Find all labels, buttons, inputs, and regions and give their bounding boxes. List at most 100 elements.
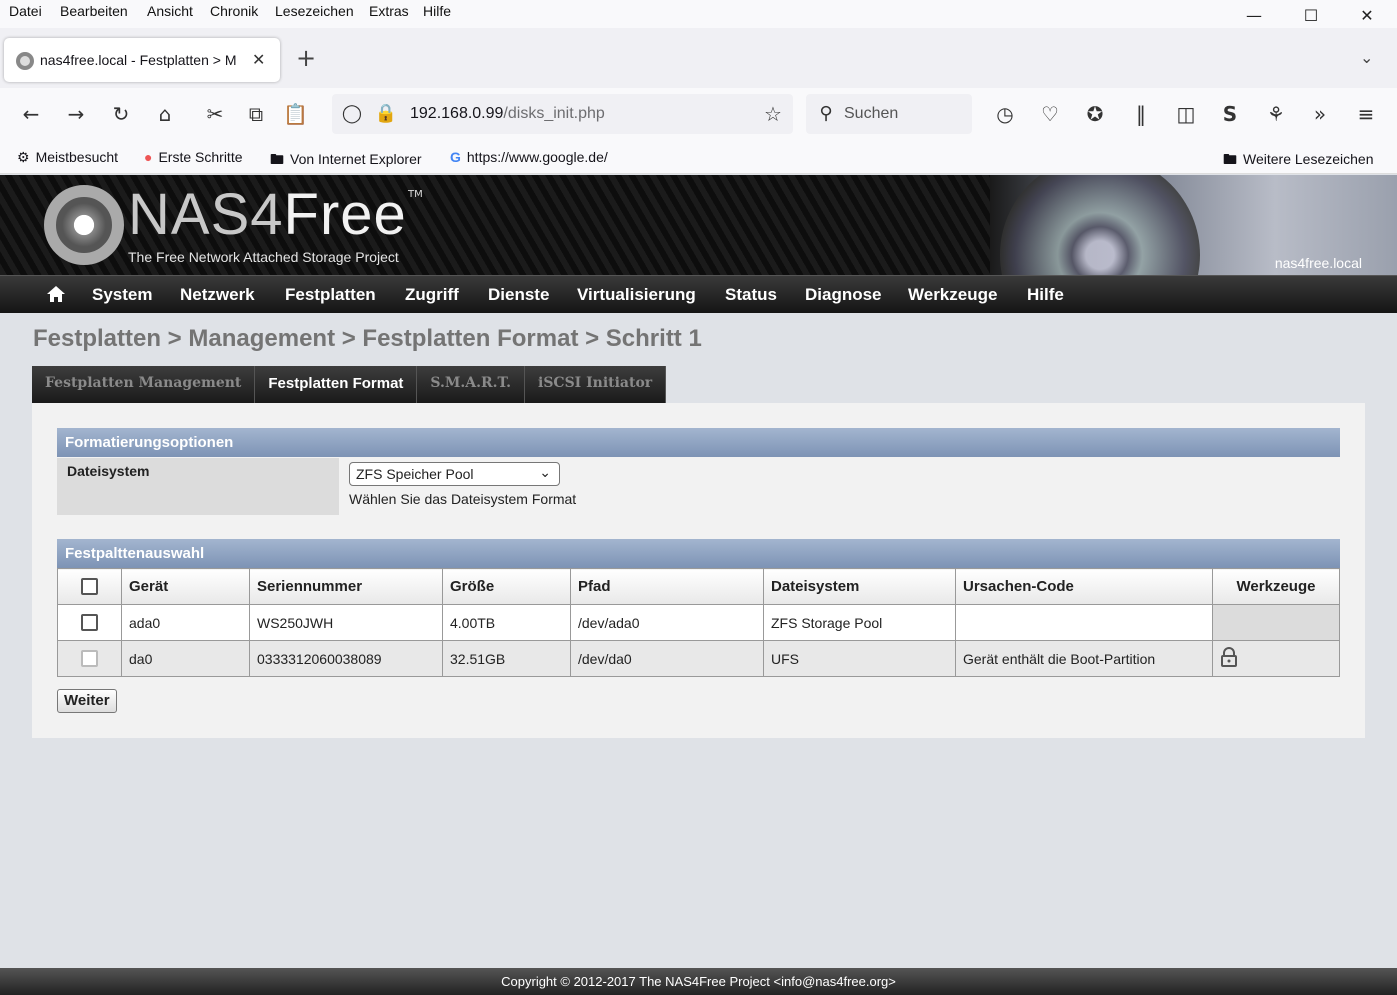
nav-status[interactable]: Status [725, 285, 777, 305]
overflow-chevron-icon[interactable]: » [1308, 102, 1332, 126]
bookmark-label: Erste Schritte [158, 149, 243, 165]
cell-path: /dev/da0 [570, 640, 764, 677]
shield-icon[interactable]: ◯ [340, 102, 364, 126]
nav-diagnose[interactable]: Diagnose [805, 285, 882, 305]
col-groesse: Größe [442, 568, 571, 605]
filesystem-hint: Wählen Sie das Dateisystem Format [349, 491, 577, 507]
menu-bearbeiten[interactable]: Bearbeiten [60, 3, 128, 19]
cell-device: da0 [121, 640, 250, 677]
bookmark-weitere[interactable]: 🖿 Weitere Lesezeichen [1223, 149, 1373, 173]
menu-hilfe[interactable]: Hilfe [423, 3, 451, 19]
disk-selection-header: Festpalttenauswahl [57, 539, 1340, 568]
search-bar[interactable]: ⚲ Suchen [806, 94, 972, 134]
nav-dienste[interactable]: Dienste [488, 285, 549, 305]
nav-zugriff[interactable]: Zugriff [405, 285, 459, 305]
bookmark-label: Weitere Lesezeichen [1243, 151, 1374, 167]
select-all-checkbox[interactable] [81, 578, 98, 596]
hamburger-menu-icon[interactable]: ≡ [1354, 102, 1378, 126]
close-window-icon[interactable]: ✕ [1357, 6, 1377, 26]
bookmark-meistbesucht[interactable]: ⚙ Meistbesucht [17, 149, 118, 166]
nav-werkzeuge[interactable]: Werkzeuge [908, 285, 997, 305]
tab-festplatten-format[interactable]: Festplatten Format [255, 366, 418, 403]
table-row: da0 0333312060038089 32.51GB /dev/da0 UF… [57, 640, 1340, 677]
pocket-icon[interactable]: ♡ [1038, 102, 1062, 126]
menu-datei[interactable]: Datei [9, 3, 42, 19]
bookmarks-bar: ⚙ Meistbesucht ● Erste Schritte 🖿 Von Inter… [0, 142, 1397, 174]
maximize-icon[interactable]: ☐ [1301, 6, 1321, 26]
cut-icon[interactable]: ✂ [203, 102, 227, 126]
header-banner: NAS4Free TM The Free Network Attached St… [0, 175, 1397, 275]
history-icon[interactable]: ◷ [993, 102, 1017, 126]
s-extension-icon[interactable]: S [1218, 102, 1242, 126]
url-text: 192.168.0.99/disks_init.php [410, 105, 605, 123]
copy-icon[interactable]: ⧉ [244, 102, 268, 126]
home-icon[interactable]: ⌂ [153, 102, 177, 126]
chevron-down-icon: ⌄ [539, 464, 551, 480]
minimize-icon[interactable]: — [1244, 6, 1264, 26]
menu-chronik[interactable]: Chronik [210, 3, 258, 19]
new-tab-icon[interactable]: + [296, 46, 316, 70]
menu-ansicht[interactable]: Ansicht [147, 3, 193, 19]
nav-system[interactable]: System [92, 285, 152, 305]
cell-filesystem: UFS [763, 640, 956, 677]
bookmark-label: Von Internet Explorer [290, 151, 422, 167]
nav-netzwerk[interactable]: Netzwerk [180, 285, 255, 305]
close-tab-icon[interactable]: ✕ [252, 50, 265, 69]
sidebar-icon[interactable]: ◫ [1174, 102, 1198, 126]
firefox-icon: ● [144, 149, 153, 165]
nas4free-favicon-icon [16, 52, 34, 70]
page-title: Festplatten > Management > Festplatten F… [33, 325, 702, 352]
col-ursachen-code: Ursachen-Code [955, 568, 1213, 605]
filesystem-row: Dateisystem ZFS Speicher Pool ⌄ Wählen S… [57, 458, 1340, 515]
col-seriennummer: Seriennummer [249, 568, 443, 605]
google-icon: G [450, 149, 461, 165]
nav-toolbar: ← → ↻ ⌂ ✂ ⧉ 📋 ◯ 🔒 192.168.0.99/disks_ini… [0, 88, 1397, 142]
library-icon[interactable]: ‖ [1129, 102, 1153, 126]
menu-extras[interactable]: Extras [369, 3, 409, 19]
tab-iscsi-initiator[interactable]: iSCSI Initiator [525, 366, 667, 403]
forward-icon[interactable]: → [64, 102, 88, 126]
tab-smart[interactable]: S.M.A.R.T. [417, 366, 525, 403]
section-tabs: Festplatten Management Festplatten Forma… [32, 366, 667, 403]
hostname: nas4free.local [1274, 255, 1362, 271]
format-options-header: Formatierungsoptionen [57, 428, 1340, 457]
tab-festplatten-management[interactable]: Festplatten Management [32, 366, 256, 403]
url-path: /disks_init.php [503, 105, 605, 122]
weiter-button[interactable]: Weiter [57, 689, 117, 713]
nav-hilfe[interactable]: Hilfe [1027, 285, 1064, 305]
extension-star-icon[interactable]: ✪ [1083, 102, 1107, 126]
cell-tools [1212, 604, 1340, 641]
home-icon[interactable] [46, 285, 66, 303]
bookmark-star-icon[interactable]: ☆ [761, 102, 785, 126]
cell-size: 4.00TB [442, 604, 571, 641]
cell-tools [1212, 640, 1340, 677]
logo-main2: Free [283, 182, 407, 247]
paste-icon[interactable]: 📋 [283, 102, 308, 126]
bookmark-erste-schritte[interactable]: ● Erste Schritte [144, 149, 243, 165]
insecure-lock-icon[interactable]: 🔒 [374, 102, 398, 126]
cell-size: 32.51GB [442, 640, 571, 677]
nav-virtualisierung[interactable]: Virtualisierung [577, 285, 696, 305]
cell-reason [955, 604, 1213, 641]
tab-bar: nas4free.local - Festplatten > M ✕ + ⌄ [0, 28, 1397, 88]
row-checkbox-cell [57, 640, 122, 677]
browser-tab[interactable]: nas4free.local - Festplatten > M ✕ [4, 38, 280, 82]
folder-icon: 🖿 [270, 151, 284, 167]
reload-icon[interactable]: ↻ [109, 102, 133, 126]
filesystem-label: Dateisystem [57, 458, 339, 515]
disk-checkbox-da0 [81, 650, 98, 668]
back-icon[interactable]: ← [19, 102, 43, 126]
menu-lesezeichen[interactable]: Lesezeichen [275, 3, 354, 19]
bookmark-ie[interactable]: 🖿 Von Internet Explorer [270, 149, 422, 173]
nav-festplatten[interactable]: Festplatten [285, 285, 376, 305]
cell-path: /dev/ada0 [570, 604, 764, 641]
disk-checkbox-ada0[interactable] [81, 614, 98, 632]
extensions-puzzle-icon[interactable]: ⚘ [1264, 102, 1288, 126]
col-geraet: Gerät [121, 568, 250, 605]
table-header-row: Gerät Seriennummer Größe Pfad Dateisyste… [57, 568, 1340, 605]
menu-bar: Datei Bearbeiten Ansicht Chronik Lesezei… [0, 0, 1397, 28]
bookmark-google[interactable]: Ghttps://www.google.de/ [450, 149, 608, 165]
filesystem-select[interactable]: ZFS Speicher Pool ⌄ [349, 462, 560, 486]
tab-list-chevron-icon[interactable]: ⌄ [1360, 48, 1373, 67]
url-bar[interactable]: ◯ 🔒 192.168.0.99/disks_init.php ☆ [332, 94, 793, 134]
